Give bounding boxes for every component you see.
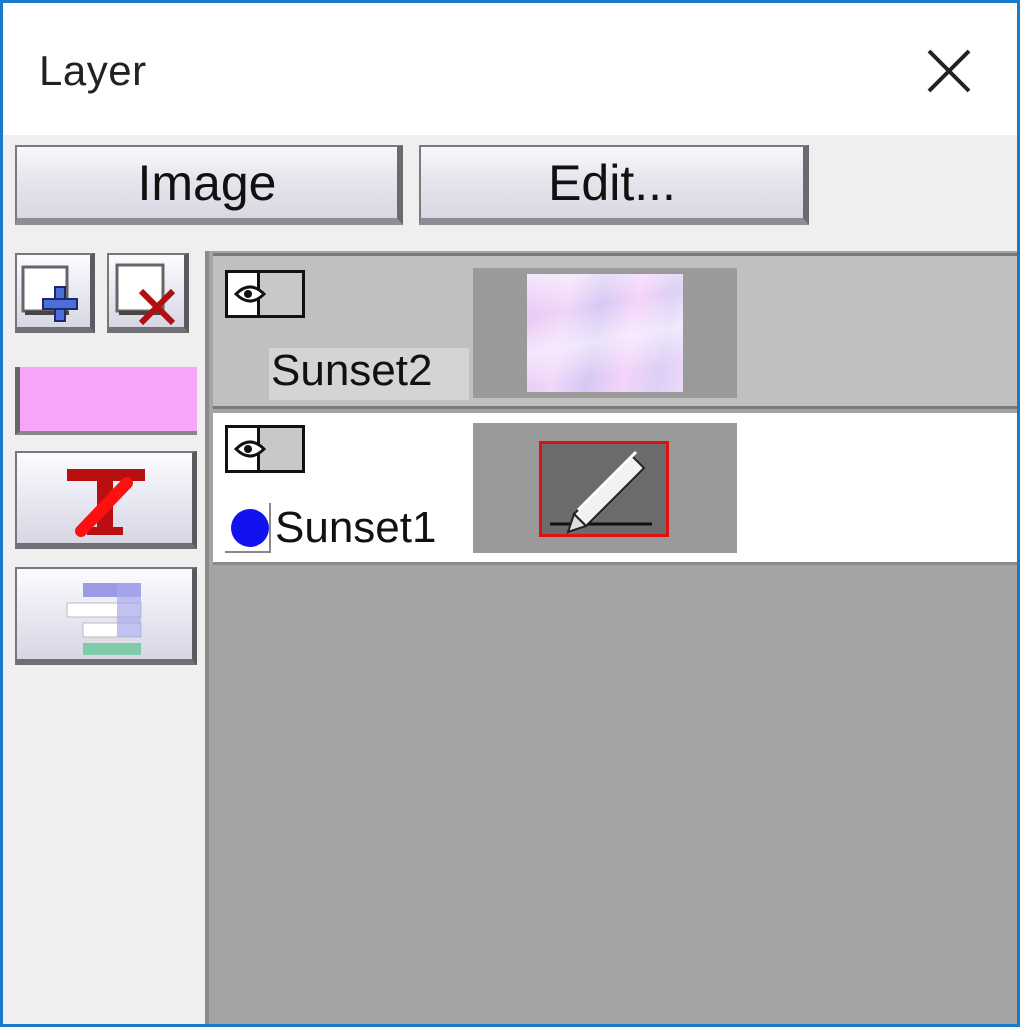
add-layer-button[interactable] — [15, 253, 95, 333]
text-layer-button[interactable] — [15, 451, 197, 549]
layer-row[interactable]: Sunset2 — [213, 253, 1017, 409]
layer-thumbnail[interactable] — [473, 423, 737, 553]
edit-button[interactable]: Edit... — [419, 145, 809, 225]
layer-name: Sunset2 — [271, 346, 433, 395]
layer-name: Sunset1 — [275, 503, 437, 552]
visibility-eye-icon[interactable] — [225, 425, 305, 473]
delete-layer-button[interactable] — [107, 253, 189, 333]
pencil-icon — [539, 441, 669, 537]
add-layer-icon — [21, 265, 78, 322]
layer-color-swatch[interactable] — [15, 367, 197, 435]
image-button[interactable]: Image — [15, 145, 403, 225]
layer-window: Layer Image Edit... Sunset2 Sunset1 — [0, 0, 1020, 1027]
layer-row[interactable]: Sunset1 — [213, 413, 1017, 565]
layer-thumbnail[interactable] — [473, 268, 737, 398]
layer-tools-panel — [3, 245, 205, 1024]
close-icon[interactable] — [919, 41, 979, 101]
gradient-image-thumbnail — [527, 274, 683, 392]
delete-layer-icon — [115, 263, 176, 326]
layer-list: Sunset2 Sunset1 — [205, 251, 1017, 1024]
arrange-layers-button[interactable] — [15, 567, 197, 665]
toolbar: Image Edit... — [3, 135, 1017, 245]
arrange-layers-icon — [66, 583, 142, 655]
visibility-eye-icon[interactable] — [225, 270, 305, 318]
window-title: Layer — [39, 47, 147, 94]
title-bar[interactable]: Layer — [3, 3, 1017, 135]
text-layer-icon — [67, 469, 145, 537]
